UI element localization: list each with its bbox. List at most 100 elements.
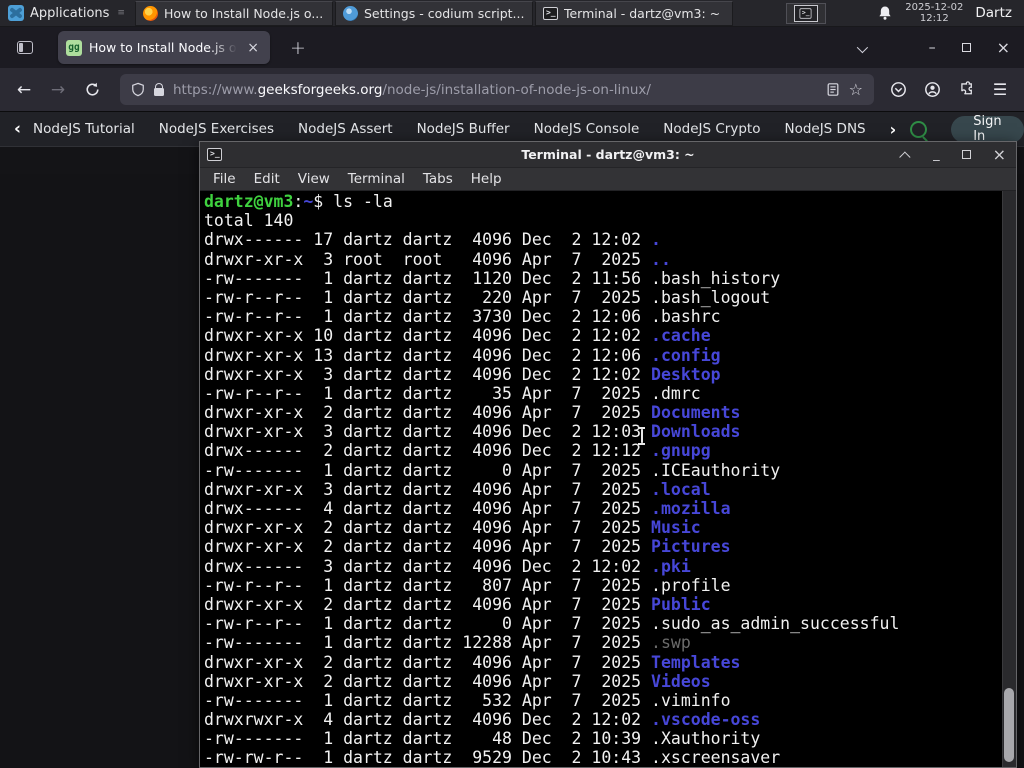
list-all-tabs-button[interactable] xyxy=(856,38,868,57)
file-name: .pki xyxy=(651,556,691,576)
url-bar[interactable]: https://www.geeksforgeeks.org/node-js/in… xyxy=(120,74,874,105)
url-domain: geeksforgeeks.org xyxy=(257,81,383,98)
account-icon xyxy=(924,82,940,97)
site-nav-item[interactable]: NodeJS DNS xyxy=(772,121,877,137)
terminal-total-line: total 140 xyxy=(204,211,294,231)
site-nav-item[interactable]: NodeJS Exercises xyxy=(147,121,286,137)
distro-logo-icon xyxy=(8,5,24,21)
terminal-line: drwxr-xr-x 2 dartz dartz 4096 Apr 7 2025… xyxy=(204,671,711,691)
file-name: Public xyxy=(651,594,711,614)
terminal-menu-bar: File Edit View Terminal Tabs Help xyxy=(200,168,1016,191)
taskbar-button-terminal[interactable]: >_ Terminal - dartz@vm3: ~ xyxy=(534,0,733,26)
maximize-icon[interactable] xyxy=(961,150,971,159)
panel-clock[interactable]: 2025-12-02 12:12 xyxy=(905,2,963,24)
extensions-button[interactable] xyxy=(950,75,982,105)
site-nav-item[interactable]: NodeJS Crypto xyxy=(651,121,772,137)
file-name: .bash_history xyxy=(651,268,781,288)
site-nav-item[interactable]: NodeJS Assert xyxy=(286,121,405,137)
terminal-line: drwxr-xr-x 2 dartz dartz 4096 Apr 7 2025… xyxy=(204,537,731,557)
terminal-line: drwxr-xr-x 2 dartz dartz 4096 Apr 7 2025… xyxy=(204,594,711,614)
sign-in-button[interactable]: Sign In xyxy=(951,114,1024,144)
terminal-line: drwxrwxr-x 4 dartz dartz 4096 Dec 2 12:0… xyxy=(204,710,761,730)
terminal-window: >_ Terminal - dartz@vm3: ~ _ × File Edit… xyxy=(199,141,1017,768)
bookmark-star-icon[interactable]: ☆ xyxy=(849,81,863,98)
menu-file[interactable]: File xyxy=(204,171,245,187)
close-icon[interactable]: × xyxy=(997,38,1010,57)
terminal-title-bar[interactable]: >_ Terminal - dartz@vm3: ~ _ × xyxy=(200,142,1016,168)
terminal-line: drwxr-xr-x 3 dartz dartz 4096 Dec 2 12:0… xyxy=(204,422,741,442)
terminal-icon: >_ xyxy=(207,148,222,161)
terminal-body[interactable]: dartz@vm3:~$ ls -la total 140 drwx------… xyxy=(200,191,1016,767)
extensions-puzzle-icon xyxy=(960,81,972,95)
menu-terminal[interactable]: Terminal xyxy=(339,171,414,187)
forward-button[interactable]: → xyxy=(42,75,74,105)
file-name: .dmrc xyxy=(651,383,701,403)
file-name: .gnupg xyxy=(651,441,711,461)
reload-button[interactable] xyxy=(76,75,108,105)
new-tab-button[interactable]: + xyxy=(282,37,314,59)
browser-nav-toolbar: ← → https://www.geeksforgeeks.org/node-j… xyxy=(0,68,1024,112)
site-nav-item-truncated[interactable]: NodeJS xyxy=(878,121,890,137)
terminal-icon: >_ xyxy=(542,6,558,20)
file-name: Documents xyxy=(651,403,741,423)
terminal-line: -rw-r--r-- 1 dartz dartz 35 Apr 7 2025 .… xyxy=(204,383,701,403)
lock-icon[interactable] xyxy=(154,83,164,96)
taskbar-button-firefox[interactable]: How to Install Node.js o... xyxy=(134,0,333,26)
menu-help[interactable]: Help xyxy=(462,171,511,187)
reader-view-icon[interactable] xyxy=(826,82,840,97)
notification-bell-icon[interactable] xyxy=(877,5,893,21)
terminal-prompt-line: dartz@vm3:~$ ls -la xyxy=(204,192,393,211)
terminal-line: drwx------ 2 dartz dartz 4096 Dec 2 12:1… xyxy=(204,441,711,461)
pocket-button[interactable] xyxy=(882,75,914,105)
file-name: .local xyxy=(651,479,711,499)
minimize-icon[interactable]: _ xyxy=(933,148,940,161)
url-text: https://www.geeksforgeeks.org/node-js/in… xyxy=(173,82,817,98)
file-name: .bash_logout xyxy=(651,287,771,307)
menu-button[interactable]: ☰ xyxy=(984,75,1016,105)
file-name: .config xyxy=(651,345,721,365)
url-path: /node-js/installation-of-node-js-on-linu… xyxy=(382,81,651,98)
nav-scroll-left-icon[interactable]: ‹ xyxy=(14,119,21,139)
menu-view[interactable]: View xyxy=(289,171,339,187)
applications-menu-button[interactable]: Applications ≡ xyxy=(0,0,134,26)
firefox-icon xyxy=(142,5,158,21)
site-nav-item[interactable]: NodeJS Console xyxy=(522,121,652,137)
file-name: .mozilla xyxy=(651,499,731,518)
menu-tabs[interactable]: Tabs xyxy=(414,171,462,187)
minimize-icon[interactable]: – xyxy=(929,40,936,56)
close-icon[interactable]: × xyxy=(993,146,1006,162)
applications-label: Applications xyxy=(30,5,110,21)
file-name: .swp xyxy=(651,633,691,653)
maximize-icon[interactable] xyxy=(961,43,971,52)
tab-title: How to Install Node.js on xyxy=(89,40,238,55)
tab-close-icon[interactable]: × xyxy=(244,40,262,56)
nav-scroll-right-icon[interactable]: › xyxy=(890,120,897,139)
site-nav-item[interactable]: NodeJS Buffer xyxy=(405,121,522,137)
file-name: Pictures xyxy=(651,537,731,557)
search-icon[interactable] xyxy=(910,120,928,138)
file-name: .cache xyxy=(651,326,711,346)
back-button[interactable]: ← xyxy=(8,75,40,105)
desktop: Applications ≡ How to Install Node.js o.… xyxy=(0,0,1024,768)
file-name: Downloads xyxy=(651,422,741,442)
terminal-scrollbar-track[interactable] xyxy=(1002,191,1016,767)
menu-edit[interactable]: Edit xyxy=(245,171,289,187)
firefox-view-button[interactable] xyxy=(10,34,40,62)
file-name: .xscreensaver xyxy=(651,748,781,767)
file-name: Music xyxy=(651,518,701,538)
terminal-scrollbar-thumb[interactable] xyxy=(1004,688,1014,762)
taskbar-button-codium[interactable]: Settings - codium script... xyxy=(334,0,533,26)
terminal-line: -rw-rw-r-- 1 dartz dartz 9529 Dec 2 10:4… xyxy=(204,748,781,767)
browser-tab-active[interactable]: gg How to Install Node.js on × xyxy=(58,31,270,64)
workspace-switcher[interactable]: >_ xyxy=(785,2,826,24)
terminal-line: drwxr-xr-x 3 dartz dartz 4096 Dec 2 12:0… xyxy=(204,364,721,384)
terminal-line: drwx------ 3 dartz dartz 4096 Dec 2 12:0… xyxy=(204,556,691,576)
terminal-line: -rw-r--r-- 1 dartz dartz 220 Apr 7 2025 … xyxy=(204,287,771,307)
file-name: Videos xyxy=(651,671,711,691)
shield-icon[interactable] xyxy=(131,82,145,97)
browser-window-controls: – × xyxy=(929,38,1014,57)
file-name: Templates xyxy=(651,652,741,672)
site-nav-item[interactable]: NodeJS Tutorial xyxy=(31,121,147,137)
account-button[interactable] xyxy=(916,75,948,105)
file-name: .. xyxy=(651,249,671,269)
